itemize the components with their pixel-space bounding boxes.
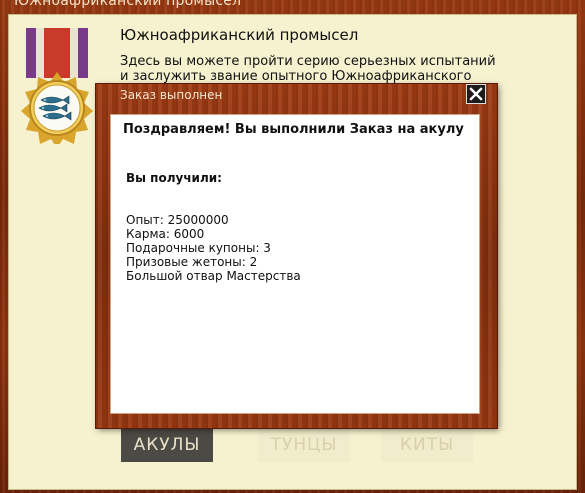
close-icon — [469, 87, 483, 101]
fishing-medal-icon — [18, 26, 96, 148]
received-label: Вы получили: — [126, 171, 222, 185]
dialog-title: Заказ выполнен — [120, 88, 223, 102]
reward-item: Призовые жетоны: 2 — [126, 255, 258, 269]
rewards-list: Опыт: 25000000 Карма: 6000 Подарочные ку… — [126, 213, 301, 283]
reward-item: Подарочные купоны: 3 — [126, 241, 271, 255]
reward-item: Карма: 6000 — [126, 227, 205, 241]
reward-item: Опыт: 25000000 — [126, 213, 229, 227]
close-button[interactable] — [466, 84, 486, 104]
dialog-heading: Поздравляем! Вы выполнили Заказ на акулу — [123, 122, 464, 137]
page-description: Здесь вы можете пройти серию серьезных и… — [120, 54, 496, 84]
reward-item: Большой отвар Мастерства — [126, 269, 301, 283]
tab-tuna[interactable]: ТУНЦЫ — [258, 428, 350, 462]
window-title: Южноафриканский промысел — [14, 0, 242, 9]
order-complete-dialog: Заказ выполнен Поздравляем! Вы выполнили… — [96, 84, 497, 428]
page-title: Южноафриканский промысел — [120, 26, 359, 44]
tab-whales[interactable]: КИТЫ — [381, 428, 473, 462]
dialog-body: Поздравляем! Вы выполнили Заказ на акулу… — [110, 114, 480, 414]
tab-sharks[interactable]: АКУЛЫ — [121, 428, 213, 462]
